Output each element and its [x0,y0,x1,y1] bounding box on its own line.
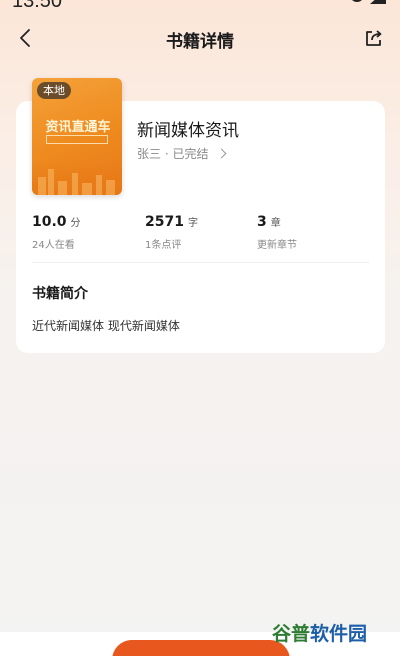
read-button[interactable] [112,640,290,656]
status-icons [350,0,386,8]
stat-label: 更新章节 [257,240,297,251]
stat-chapters: 3章 更新章节 [257,211,297,251]
share-button[interactable] [362,26,386,50]
stat-rating: 10.0 分 24人在看 [32,211,81,251]
divider [32,262,369,263]
stat-value: 10.0 [32,214,67,230]
stat-value: 3 [257,214,267,230]
watermark-text-2: 软件园 [310,622,368,645]
author-link[interactable]: 张三 · 已完结 [137,145,227,162]
wifi-icon [350,0,364,2]
stat-value: 2571 [145,214,184,230]
status-bar: 13:50 [0,0,400,12]
status-time: 13:50 [12,0,63,12]
book-title: 新闻媒体资讯 [137,121,239,141]
cover-title: 资讯直通车 [45,120,111,135]
share-icon [366,30,382,46]
stat-label: 1条点评 [145,240,182,251]
stat-unit: 字 [187,218,198,229]
stat-unit: 分 [70,218,81,229]
intro-heading: 书籍简介 [32,286,88,302]
chevron-right-icon [217,148,227,159]
author-status: 张三 · 已完结 [137,147,209,161]
intro-text: 近代新闻媒体 现代新闻媒体 [32,319,180,333]
nav-bar: 书籍详情 [0,24,400,54]
page-title: 书籍详情 [166,32,234,52]
cover-skyline [32,161,122,195]
local-badge: 本地 [37,82,71,99]
cover-subtitle-box [46,135,108,144]
watermark-logo: 谷普 软件园 [272,616,392,648]
signal-icon [370,0,386,4]
stat-label: 24人在看 [32,240,75,251]
stat-words: 2571 字 1条点评 [145,211,198,251]
stat-unit: 章 [270,218,281,229]
watermark-text-1: 谷普 [272,622,311,645]
book-cover[interactable]: 本地 资讯直通车 [32,78,122,195]
